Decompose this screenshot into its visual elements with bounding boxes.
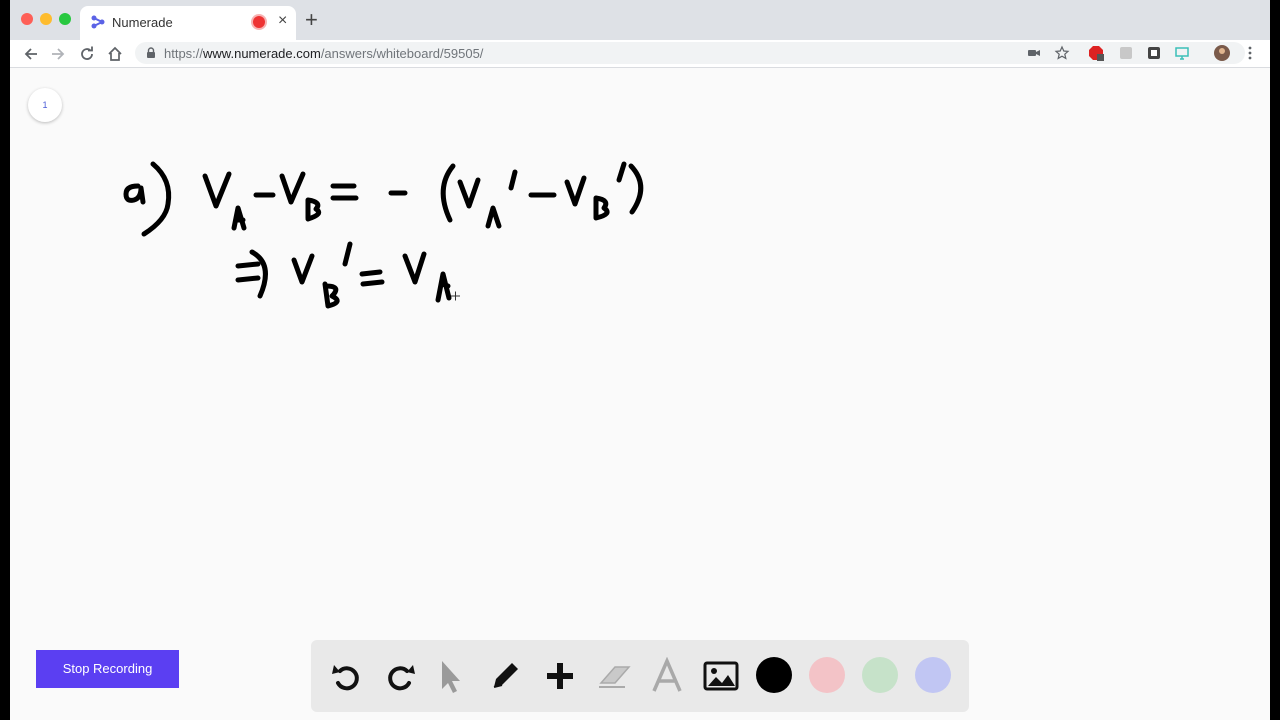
handwriting-line-1 xyxy=(123,161,644,237)
color-swatch-black[interactable] xyxy=(756,657,792,693)
color-swatch-pink[interactable] xyxy=(809,657,845,693)
redo-icon[interactable] xyxy=(381,657,419,695)
recording-indicator-icon xyxy=(253,16,265,28)
numerade-logo-icon xyxy=(91,15,105,29)
tab-title: Numerade xyxy=(112,15,173,30)
url-text: https://www.numerade.com/answers/whitebo… xyxy=(164,46,483,61)
select-cursor-icon[interactable] xyxy=(431,657,469,695)
tab-strip: Numerade × + xyxy=(10,0,1270,40)
new-tab-button[interactable]: + xyxy=(305,8,318,32)
add-shape-icon[interactable] xyxy=(541,657,579,695)
back-arrow-icon[interactable] xyxy=(21,44,41,64)
code-extension-icon[interactable] xyxy=(1146,45,1162,61)
stop-recording-button[interactable]: Stop Recording xyxy=(36,650,179,688)
home-icon[interactable] xyxy=(105,44,125,64)
kebab-menu-icon[interactable] xyxy=(1242,45,1258,61)
close-window-button[interactable] xyxy=(21,13,33,25)
extension-icon[interactable] xyxy=(1118,45,1134,61)
star-icon[interactable] xyxy=(1054,45,1070,61)
forward-arrow-icon[interactable] xyxy=(48,44,68,64)
browser-tab[interactable]: Numerade × xyxy=(80,6,296,40)
browser-toolbar: https://www.numerade.com/answers/whitebo… xyxy=(10,40,1270,68)
text-icon[interactable] xyxy=(648,657,686,695)
whiteboard-canvas[interactable] xyxy=(10,68,1270,720)
screen-extension-icon[interactable] xyxy=(1174,45,1190,61)
abp-extension-icon[interactable] xyxy=(1088,45,1104,61)
url-host: www.numerade.com xyxy=(203,46,321,61)
eraser-icon[interactable] xyxy=(595,657,633,695)
color-swatch-green[interactable] xyxy=(862,657,898,693)
url-scheme: https:// xyxy=(164,46,204,61)
pencil-icon[interactable] xyxy=(486,657,524,695)
profile-avatar-icon[interactable] xyxy=(1214,45,1230,61)
url-path: /answers/whiteboard/59505/ xyxy=(320,46,484,61)
handwriting-line-2 xyxy=(235,241,452,309)
reload-icon[interactable] xyxy=(77,44,97,64)
undo-icon[interactable] xyxy=(328,657,366,695)
maximize-window-button[interactable] xyxy=(59,13,71,25)
crosshair-cursor-icon xyxy=(451,291,460,301)
image-icon[interactable] xyxy=(702,657,740,695)
minimize-window-button[interactable] xyxy=(40,13,52,25)
close-tab-icon[interactable]: × xyxy=(278,12,287,30)
video-camera-icon[interactable] xyxy=(1026,45,1042,61)
browser-window: Numerade × + https://www.numerade.com/an… xyxy=(10,0,1270,720)
address-bar[interactable]: https://www.numerade.com/answers/whitebo… xyxy=(135,42,1245,64)
drawing-toolbar xyxy=(311,640,969,712)
color-swatch-blue[interactable] xyxy=(915,657,951,693)
lock-icon xyxy=(147,47,155,58)
